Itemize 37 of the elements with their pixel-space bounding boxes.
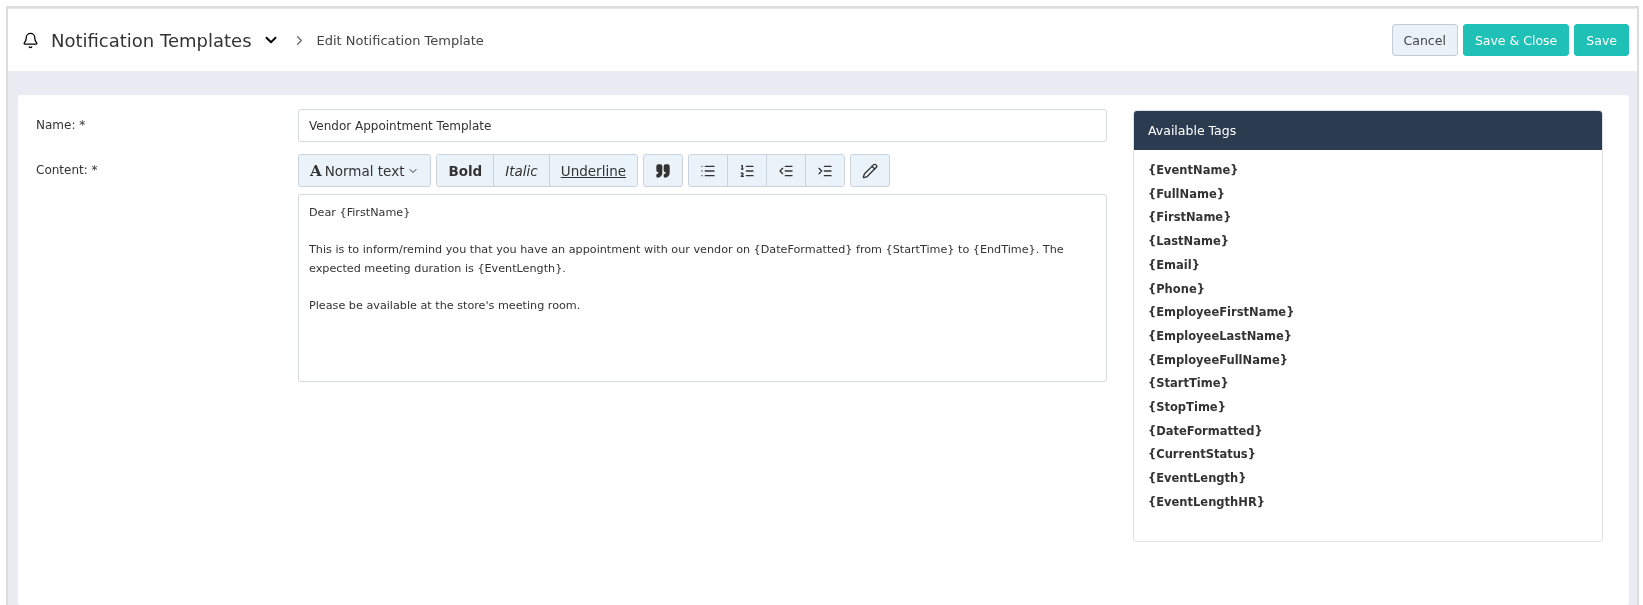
content-editor[interactable] <box>298 194 1107 382</box>
bell-icon <box>22 31 39 49</box>
breadcrumb-text: Edit Notification Template <box>316 32 484 48</box>
editor-paragraph: Dear {FirstName} <box>309 205 412 221</box>
tag-item[interactable]: {LastName} <box>1148 233 1588 251</box>
panel-header: Available Tags <box>1134 111 1602 150</box>
editor-paragraph: Please be available at the store's meeting room. <box>309 298 582 314</box>
tag-item[interactable]: {FullName} <box>1148 185 1588 204</box>
font-glyph: A <box>310 161 322 180</box>
pencil-icon <box>862 162 878 179</box>
name-input-field[interactable]: Vendor Appointment Template <box>298 109 1107 142</box>
tag-item[interactable]: {EventLength} <box>1148 470 1588 488</box>
indent-button[interactable] <box>805 155 844 186</box>
tag-item[interactable]: {EmployeeLastName} <box>1148 327 1588 346</box>
text-format-dropdown[interactable]: A Normal text <box>298 154 432 187</box>
tag-item[interactable]: {EventName} <box>1148 162 1588 180</box>
field-label: Name: * <box>36 117 87 134</box>
field-label: Content: * <box>36 162 99 179</box>
editor-paragraph: This is to inform/remind you that you have an appointment with our vendor on {DateFormatted} from {StartTime} to {EndTime}. The expected meeting duration is {EventLength}. <box>309 242 1065 277</box>
page-title: Notification Templates <box>51 29 252 51</box>
tag-item[interactable]: {StartTime} <box>1148 375 1588 394</box>
tag-item[interactable]: {CurrentStatus} <box>1148 446 1588 465</box>
tag-item[interactable]: {Email} <box>1148 256 1588 275</box>
edit-button[interactable] <box>850 154 890 187</box>
tag-item[interactable]: {FirstName} <box>1148 209 1588 228</box>
tag-item[interactable]: {Phone} <box>1148 280 1588 299</box>
tag-item[interactable]: {EventLengthHR} <box>1148 493 1588 512</box>
quote-button[interactable] <box>643 154 683 187</box>
tag-item[interactable]: {DateFormatted} <box>1148 422 1588 441</box>
cancel-button[interactable]: Cancel <box>1391 24 1458 56</box>
quote-icon <box>655 162 671 179</box>
numbered-list-icon <box>739 162 755 179</box>
format-label: Normal text <box>324 162 405 179</box>
tag-item[interactable]: {StopTime} <box>1148 399 1588 417</box>
text-style-button[interactable]: Underline <box>548 155 637 186</box>
tag-item[interactable]: {EmployeeFullName} <box>1148 351 1588 370</box>
tag-item[interactable]: {EmployeeFirstName} <box>1148 304 1588 322</box>
